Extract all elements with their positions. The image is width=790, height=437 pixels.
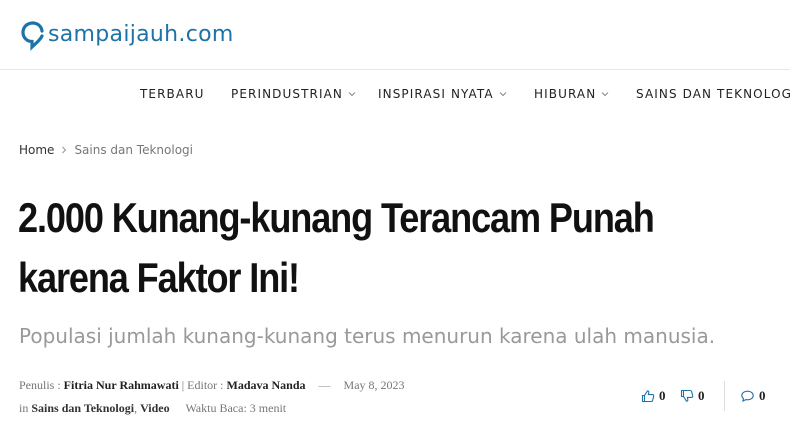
nav-item-sains-dan-teknologi[interactable]: SAINS DAN TEKNOLOGI	[636, 87, 790, 101]
dislike-count: 0	[698, 388, 705, 403]
nav-item-label: INSPIRASI NYATA	[378, 87, 494, 101]
site-logo[interactable]: sampaijauh.com	[20, 16, 234, 52]
nav-item-label: TERBARU	[140, 87, 205, 101]
logo-bubble-icon	[21, 21, 44, 51]
article-subtitle: Populasi jumlah kunang-kunang terus menu…	[19, 324, 716, 348]
actions-divider	[724, 381, 725, 411]
in-label: in	[19, 401, 29, 415]
article-title: 2.000 Kunang-kunang Terancam Punah karen…	[18, 188, 775, 308]
editor-link[interactable]: Madava Nanda	[227, 378, 306, 392]
read-time: Waktu Baca: 3 menit	[185, 401, 287, 415]
nav-item-label: SAINS DAN TEKNOLOGI	[636, 87, 790, 101]
chevron-down-icon	[601, 92, 609, 97]
category-link-video[interactable]: Video	[140, 401, 170, 415]
chevron-down-icon	[499, 92, 507, 97]
like-count: 0	[659, 388, 666, 403]
category-separator: ,	[134, 401, 138, 415]
writer-link[interactable]: Fitria Nur Rahmawati	[64, 378, 179, 392]
nav-item-label: HIBURAN	[534, 87, 597, 101]
dislike-button[interactable]: 0	[680, 388, 705, 404]
article-title-line-1: 2.000 Kunang-kunang Terancam Punah	[18, 194, 655, 241]
article-meta-authors: Penulis : Fitria Nur Rahmawati | Editor …	[19, 378, 405, 393]
thumbs-down-icon	[680, 389, 694, 402]
meta-dash: —	[318, 378, 331, 392]
nav-item-perindustrian[interactable]: PERINDUSTRIAN	[231, 87, 356, 101]
nav-item-label: PERINDUSTRIAN	[231, 87, 344, 101]
nav-item-terbaru[interactable]: TERBARU	[140, 87, 205, 101]
breadcrumb-category-link[interactable]: Sains dan Teknologi	[74, 143, 193, 157]
category-link-sains[interactable]: Sains dan Teknologi	[31, 401, 134, 415]
article-title-line-2: karena Faktor Ini!	[18, 254, 300, 301]
breadcrumb-home-link[interactable]: Home	[19, 143, 54, 157]
article-meta-categories: in Sains dan Teknologi, Video Waktu Baca…	[19, 401, 286, 416]
comment-count: 0	[759, 388, 766, 403]
comment-bubble-icon	[741, 390, 754, 402]
breadcrumb: Home Sains dan Teknologi	[19, 143, 193, 157]
chevron-down-icon	[348, 92, 356, 97]
comments-button[interactable]: 0	[740, 388, 766, 404]
main-nav: TERBARU PERINDUSTRIAN INSPIRASI NYATA HI…	[0, 70, 790, 122]
editor-label: | Editor :	[181, 378, 224, 392]
publish-date: May 8, 2023	[343, 378, 405, 392]
nav-item-hiburan[interactable]: HIBURAN	[534, 87, 609, 101]
site-header: sampaijauh.com	[0, 0, 790, 70]
nav-item-inspirasi-nyata[interactable]: INSPIRASI NYATA	[378, 87, 507, 101]
logo-text: sampaijauh.com	[48, 21, 234, 47]
thumbs-up-icon	[641, 390, 655, 403]
chevron-right-icon	[62, 146, 67, 154]
like-button[interactable]: 0	[641, 388, 666, 404]
writer-label: Penulis :	[19, 378, 61, 392]
